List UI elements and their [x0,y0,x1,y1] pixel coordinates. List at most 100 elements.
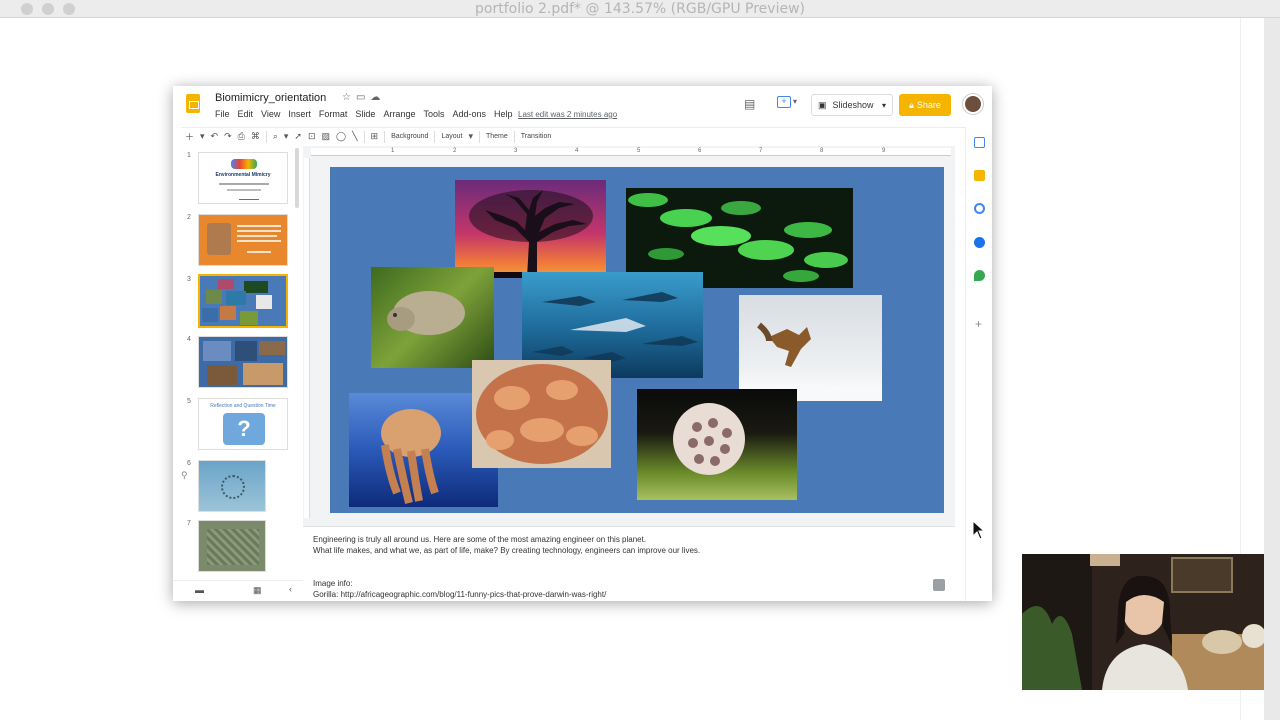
undo-icon[interactable]: ↶ [211,131,219,142]
select-icon[interactable]: ➚ [294,131,302,142]
thumb-photo [220,306,236,320]
calendar-icon[interactable] [974,137,985,148]
slideshow-icon: ▣ [818,99,827,110]
slide-thumbnail-6[interactable] [198,460,266,512]
redo-icon[interactable]: ↷ [224,131,232,142]
menu-arrange[interactable]: Arrange [383,109,415,119]
comment-icon[interactable]: ▤ [744,97,755,111]
notes-line: What life makes, and what we, as part of… [313,546,701,555]
snake-photo[interactable] [472,360,611,468]
webcam-overlay [1022,554,1264,690]
slideshow-options-icon[interactable]: ▾ [882,101,886,110]
toolbar-divider [434,130,436,143]
slide-thumbnail-4[interactable] [198,336,288,388]
preview-window-title: portfolio 2.pdf* @ 143.57% (RGB/GPU Prev… [475,1,805,17]
pollen-photo[interactable] [637,389,797,500]
line-icon[interactable]: ╲ [352,131,357,142]
chevron-down-icon[interactable]: ▾ [793,97,797,106]
text-box-icon[interactable]: ⊡ [308,131,316,142]
thumb-title: Environmental Mimicry [215,172,271,178]
fox-shape [739,322,882,401]
webcam-scene [1022,554,1264,690]
slide-thumbnail-3[interactable] [198,274,288,328]
thumb-accent-line [239,199,259,200]
thumb-photo [207,223,231,255]
last-edit-link[interactable]: Last edit was 2 minutes ago [518,110,617,119]
shape-icon[interactable]: ◯ [336,131,346,142]
image-icon[interactable]: ▨ [322,131,331,142]
background-button[interactable]: Background [391,133,428,140]
menu-insert[interactable]: Insert [288,109,311,119]
tardigrade-shape [387,291,465,335]
thumb-photo [206,290,222,304]
slide-thumbnail-5[interactable]: Reflection and Question Time ? [198,398,288,450]
editing-toolbar: ＋ ▾ ↶ ↷ ⎙ ⌘ ⌕ ▾ ➚ ⊡ ▨ ◯ ╲ ⊞ Background L… [181,127,983,145]
thumb-text-line [247,251,271,253]
notes-link[interactable]: Gorilla: http://africageographic.com/blo… [313,590,606,599]
slide-number: 3 [187,276,191,283]
expand-notes-icon[interactable] [933,579,945,591]
transition-button[interactable]: Transition [521,133,551,140]
speaker-notes[interactable]: Engineering is truly all around us. Here… [303,526,955,601]
paint-format-icon[interactable]: ⌘ [251,131,260,142]
cloud-icon[interactable]: ☁ [370,92,385,103]
current-slide[interactable] [330,167,944,513]
thumb-photo [207,365,237,385]
add-addon-icon[interactable]: + [975,317,982,331]
horizontal-ruler: 1 2 3 4 5 6 7 8 9 [311,148,951,156]
zoom-icon[interactable]: ⌕ [273,131,278,142]
menu-help[interactable]: Help [494,109,513,119]
toolbar-divider [265,130,267,143]
filmstrip-footer: ▬ ▦ ‹ [173,580,303,601]
filmstrip-scrollbar[interactable] [295,148,299,208]
fox-snow-photo[interactable] [739,295,882,401]
menu-slide[interactable]: Slide [355,109,375,119]
theme-button[interactable]: Theme [486,133,508,140]
slide-number: 4 [187,336,191,343]
slide-number: 6 [187,460,191,467]
menu-tools[interactable]: Tools [423,109,444,119]
folder-icon[interactable]: ▭ [356,92,370,103]
tree-sunset-photo[interactable] [455,180,606,278]
present-to-meeting-icon[interactable]: + [777,96,791,108]
layout-caret-icon[interactable]: ▾ [468,131,473,142]
menu-view[interactable]: View [261,109,280,119]
layout-button[interactable]: Layout [441,133,462,140]
star-icon[interactable]: ☆ [342,92,356,103]
print-icon[interactable]: ⎙ [238,131,245,142]
slide-number: 7 [187,520,191,527]
ruler-tick: 6 [698,148,702,154]
menu-addons[interactable]: Add-ons [452,109,486,119]
slideshow-button[interactable]: ▣ Slideshow ▾ [811,94,893,116]
slide-number: 2 [187,214,191,221]
collapse-filmstrip-icon[interactable]: ‹ [289,584,292,594]
add-comment-icon[interactable]: ⊞ [371,131,379,142]
filmstrip-view-icon[interactable]: ▬ [195,585,204,595]
slide-thumbnail-1[interactable]: Environmental Mimicry [198,152,288,204]
slide-thumbnail-2[interactable] [198,214,288,266]
thumb-text-line [227,189,261,191]
thumb-photo [235,341,257,361]
pollen-shape [673,403,745,475]
slides-logo-icon[interactable] [186,94,200,113]
thumb-graphic [221,475,245,499]
share-button[interactable]: 🔒︎ Share [899,94,951,116]
ruler-tick: 8 [820,148,824,154]
grid-view-icon[interactable]: ▦ [253,585,262,596]
ruler-tick: 7 [759,148,763,154]
new-slide-icon[interactable]: ＋ [185,130,194,143]
contacts-icon[interactable] [974,237,985,248]
zoom-caret-icon[interactable]: ▾ [284,131,289,142]
menu-file[interactable]: File [215,109,230,119]
tardigrade-photo[interactable] [371,267,494,368]
maps-icon[interactable] [974,270,985,281]
tasks-icon[interactable] [974,203,985,214]
account-avatar[interactable] [963,94,983,114]
menu-edit[interactable]: Edit [238,109,254,119]
thumb-photo [207,529,259,565]
keep-icon[interactable] [974,170,985,181]
new-slide-caret-icon[interactable]: ▾ [200,131,205,142]
document-title[interactable]: Biomimicry_orientation [215,92,326,104]
slide-thumbnail-7[interactable] [198,520,266,572]
menu-format[interactable]: Format [319,109,348,119]
